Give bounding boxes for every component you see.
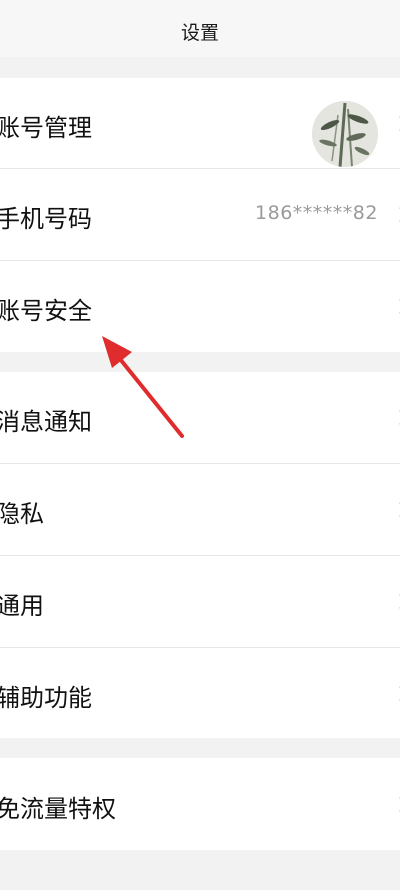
settings-row-account-management[interactable]: 账号管理: [0, 78, 400, 168]
chevron-right-icon: [392, 206, 400, 223]
avatar: [312, 101, 378, 167]
row-label: 消息通知: [0, 408, 92, 436]
chevron-right-icon: [392, 593, 400, 610]
page-title: 设置: [180, 22, 219, 44]
chevron-right-icon: [392, 409, 400, 426]
settings-row-account-security[interactable]: 账号安全: [0, 261, 400, 352]
row-label: 免流量特权: [0, 795, 116, 823]
settings-row-phone-number[interactable]: 手机号码 186******82: [0, 169, 400, 260]
settings-group-general: 消息通知 隐私 通用 辅助功能: [0, 372, 400, 738]
settings-row-accessibility[interactable]: 辅助功能: [0, 648, 400, 738]
chevron-right-icon: [392, 685, 400, 702]
chevron-right-icon: [392, 501, 400, 518]
chevron-right-icon: [392, 298, 400, 315]
settings-group-account: 账号管理 手机号码 186******82 账号安全: [0, 78, 400, 352]
row-label: 辅助功能: [0, 684, 92, 712]
settings-group-data-privilege: 免流量特权: [0, 758, 400, 850]
row-label: 隐私: [0, 500, 44, 528]
chevron-right-icon: [392, 115, 400, 132]
settings-row-notifications[interactable]: 消息通知: [0, 372, 400, 463]
row-label: 手机号码: [0, 205, 92, 233]
chevron-right-icon: [392, 796, 400, 813]
row-label: 通用: [0, 592, 44, 620]
row-label: 账号管理: [0, 114, 92, 142]
nav-bar: 设置: [0, 0, 400, 57]
settings-row-general[interactable]: 通用: [0, 556, 400, 647]
row-label: 账号安全: [0, 297, 92, 325]
phone-number-value: 186******82: [255, 202, 378, 224]
settings-row-privacy[interactable]: 隐私: [0, 464, 400, 555]
settings-row-free-data[interactable]: 免流量特权: [0, 758, 400, 850]
